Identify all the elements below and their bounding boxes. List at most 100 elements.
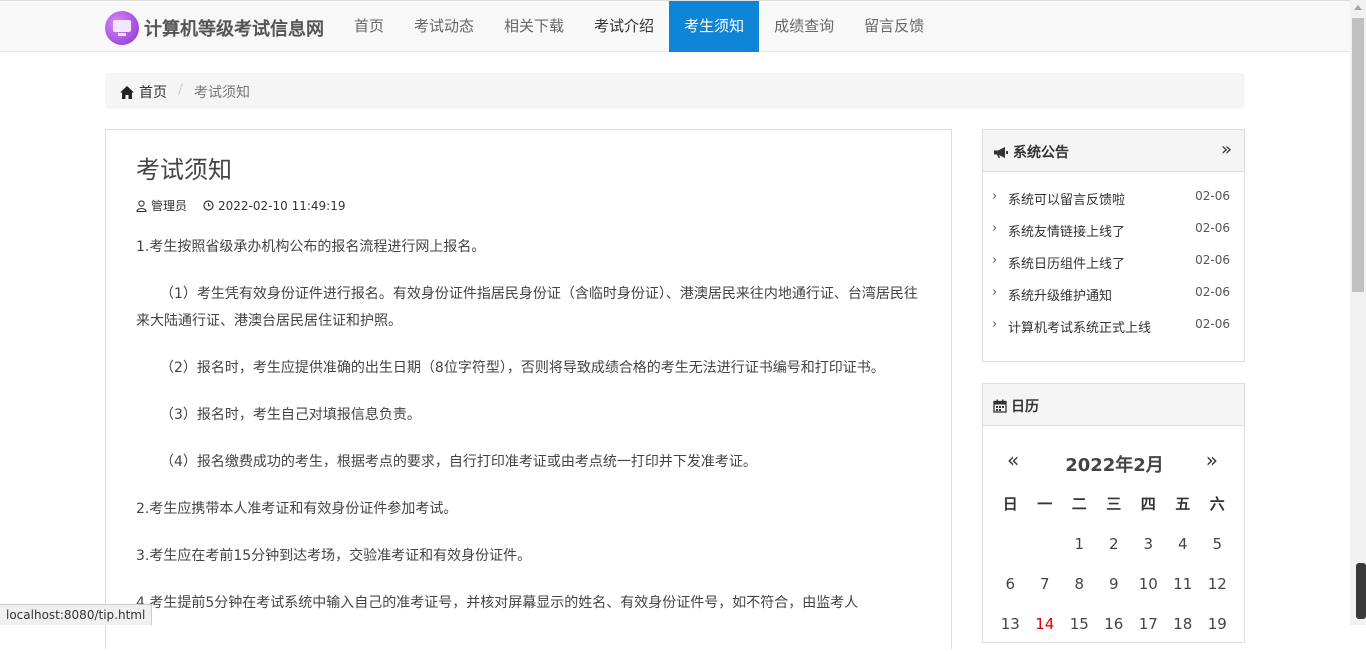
announcements-title-wrap: 系统公告 xyxy=(993,142,1069,162)
calendar-week-row: 1 2 3 4 5 xyxy=(993,534,1235,574)
breadcrumb-home[interactable]: 首页 xyxy=(119,82,167,102)
bullhorn-icon xyxy=(994,146,1008,158)
weekday-label: 二 xyxy=(1071,495,1087,513)
calendar-next-button[interactable]: » xyxy=(1206,448,1218,472)
nav-downloads[interactable]: 相关下载 xyxy=(489,1,579,52)
calendar-day[interactable]: 19 xyxy=(1200,614,1235,654)
scroll-thumb[interactable] xyxy=(1352,18,1364,292)
calendar-day[interactable]: 5 xyxy=(1200,534,1235,574)
calendar-title: 日历 xyxy=(1011,399,1039,415)
breadcrumb-separator: / xyxy=(178,82,183,98)
clock-icon xyxy=(203,200,214,211)
article-paragraph: （2）报名时，考生应提供准确的出生日期（8位字符型），否则将导致成绩合格的考生无… xyxy=(160,360,885,376)
calendar-grid: 日 一 二 三 四 五 六 1 2 3 4 5 6 7 8 9 10 11 12… xyxy=(993,494,1235,654)
calendar-day[interactable]: 15 xyxy=(1062,614,1097,654)
chevron-right-icon: › xyxy=(992,285,998,300)
calendar-header: 日历 xyxy=(983,384,1244,426)
calendar-week-row: 6 7 8 9 10 11 12 xyxy=(993,574,1235,614)
article-paragraph: 1.考生按照省级承办机构公布的报名流程进行网上报名。 xyxy=(136,239,486,255)
page-scrollbar[interactable] xyxy=(1350,0,1366,625)
browser-status-url: localhost:8080/tip.html xyxy=(0,604,153,625)
announcement-date: 02-06 xyxy=(1195,317,1230,331)
calendar-day[interactable]: 10 xyxy=(1131,574,1166,614)
calendar-icon xyxy=(993,399,1007,413)
calendar-day[interactable]: 7 xyxy=(1028,574,1063,614)
nav-candidate-notice[interactable]: 考生须知 xyxy=(669,1,760,52)
announcement-item[interactable]: › 系统友情链接上线了 02-06 xyxy=(983,221,1244,253)
chevron-right-icon: › xyxy=(992,253,998,268)
nav-score-query[interactable]: 成绩查询 xyxy=(759,1,849,52)
article-paragraph: 3.考生应在考前15分钟到达考场，交验准考证和有效身份证件。 xyxy=(136,548,532,564)
weekday-label: 三 xyxy=(1106,495,1122,513)
scroll-up-arrow-icon[interactable] xyxy=(1354,5,1362,10)
breadcrumb: 首页 / 考试须知 xyxy=(105,73,1245,109)
article-paragraph: 4.考生提前5分钟在考试系统中输入自己的准考证号，并核对屏幕显示的姓名、有效身份… xyxy=(136,595,859,611)
calendar-week-row: 13 14 15 16 17 18 19 xyxy=(993,614,1235,654)
announcement-date: 02-06 xyxy=(1195,285,1230,299)
calendar-title-wrap: 日历 xyxy=(993,396,1039,416)
nav-home[interactable]: 首页 xyxy=(339,1,399,52)
calendar-day[interactable]: 11 xyxy=(1166,574,1201,614)
site-brand[interactable]: 计算机等级考试信息网 xyxy=(144,15,324,41)
calendar-day[interactable]: 8 xyxy=(1062,574,1097,614)
announcements-title: 系统公告 xyxy=(1013,145,1069,161)
weekday-label: 五 xyxy=(1175,495,1191,513)
announcements-panel: 系统公告 » › 系统可以留言反馈啦 02-06 › 系统友情链接上线了 02-06 ›… xyxy=(982,129,1245,362)
announcement-text[interactable]: 系统友情链接上线了 xyxy=(1008,221,1125,240)
chevron-right-icon: › xyxy=(992,221,998,236)
home-icon xyxy=(120,85,134,99)
user-icon xyxy=(136,199,147,212)
calendar-day[interactable]: 13 xyxy=(993,614,1028,654)
announcement-text[interactable]: 系统日历组件上线了 xyxy=(1008,253,1125,272)
main-nav: 首页 考试动态 相关下载 考试介绍 考生须知 成绩查询 留言反馈 xyxy=(339,1,939,53)
announcement-item[interactable]: › 系统日历组件上线了 02-06 xyxy=(983,253,1244,285)
date-info: 2022-02-10 11:49:19 xyxy=(203,199,345,213)
article-paragraph: （3）报名时，考生自己对填报信息负责。 xyxy=(160,407,421,423)
calendar-day-today[interactable]: 14 xyxy=(1028,614,1063,654)
article-title: 考试须知 xyxy=(136,156,232,184)
announcement-text[interactable]: 计算机考试系统正式上线 xyxy=(1008,317,1151,336)
weekday-label: 四 xyxy=(1140,495,1156,513)
calendar-day[interactable]: 4 xyxy=(1166,534,1201,574)
weekday-label: 一 xyxy=(1037,495,1053,513)
calendar-panel: 日历 « 2022年2月 » 日 一 二 三 四 五 六 1 2 3 4 5 6… xyxy=(982,383,1245,643)
announcements-header: 系统公告 » xyxy=(983,130,1244,172)
top-navbar: 计算机等级考试信息网 首页 考试动态 相关下载 考试介绍 考生须知 成绩查询 留… xyxy=(0,0,1350,52)
calendar-day[interactable]: 3 xyxy=(1131,534,1166,574)
calendar-day[interactable]: 17 xyxy=(1131,614,1166,654)
article-paragraph: （4）报名缴费成功的考生，根据考点的要求，自行打印准考证或由考点统一打印并下发准… xyxy=(160,454,757,470)
announcement-date: 02-06 xyxy=(1195,253,1230,267)
calendar-day[interactable]: 16 xyxy=(1097,614,1132,654)
article-content: 1.考生按照省级承办机构公布的报名流程进行网上报名。 （1）考生凭有效身份证件进… xyxy=(136,234,926,637)
breadcrumb-home-label[interactable]: 首页 xyxy=(139,82,167,102)
weekday-label: 六 xyxy=(1209,495,1225,513)
chevron-right-icon: › xyxy=(992,189,998,204)
author-info: 管理员 xyxy=(136,197,187,214)
announcement-item[interactable]: › 系统升级维护通知 02-06 xyxy=(983,285,1244,317)
calendar-day[interactable]: 9 xyxy=(1097,574,1132,614)
nav-exam-news[interactable]: 考试动态 xyxy=(399,1,489,52)
calendar-day xyxy=(993,534,1028,574)
announcement-item[interactable]: › 系统可以留言反馈啦 02-06 xyxy=(983,189,1244,221)
announcement-text[interactable]: 系统可以留言反馈啦 xyxy=(1008,189,1125,208)
side-widget-handle[interactable] xyxy=(1356,563,1366,619)
announcements-more-button[interactable]: » xyxy=(1221,139,1232,160)
chevron-right-icon: › xyxy=(992,317,998,332)
calendar-day[interactable]: 6 xyxy=(993,574,1028,614)
calendar-day xyxy=(1028,534,1063,574)
article-author: 管理员 xyxy=(151,199,188,213)
nav-feedback[interactable]: 留言反馈 xyxy=(849,1,939,52)
article-meta: 管理员 2022-02-10 11:49:19 xyxy=(136,197,361,214)
nav-exam-intro[interactable]: 考试介绍 xyxy=(579,1,669,52)
article-paragraph: （1）考生凭有效身份证件进行报名。有效身份证件指居民身份证（含临时身份证）、港澳… xyxy=(136,286,918,329)
calendar-day[interactable]: 18 xyxy=(1166,614,1201,654)
calendar-day[interactable]: 12 xyxy=(1200,574,1235,614)
announcement-date: 02-06 xyxy=(1195,221,1230,235)
announcements-list: › 系统可以留言反馈啦 02-06 › 系统友情链接上线了 02-06 › 系统日历组件上… xyxy=(983,172,1244,349)
calendar-day[interactable]: 1 xyxy=(1062,534,1097,574)
announcement-text[interactable]: 系统升级维护通知 xyxy=(1008,285,1112,304)
announcement-item[interactable]: › 计算机考试系统正式上线 02-06 xyxy=(983,317,1244,349)
article-paragraph: 2.考生应携带本人准考证和有效身份证件参加考试。 xyxy=(136,501,458,517)
calendar-day[interactable]: 2 xyxy=(1097,534,1132,574)
monitor-logo-icon[interactable] xyxy=(105,11,139,45)
